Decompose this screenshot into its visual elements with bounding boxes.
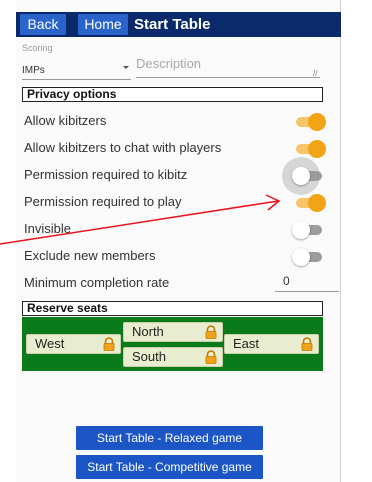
- description-underline: [136, 77, 320, 78]
- back-button[interactable]: Back: [20, 14, 66, 35]
- option-exclude-new-members: Exclude new members: [22, 245, 332, 267]
- toggle-thumb: [292, 167, 310, 185]
- option-allow-kibitzers-chat: Allow kibitzers to chat with players: [22, 137, 332, 159]
- seat-south[interactable]: South: [123, 347, 223, 367]
- lock-icon[interactable]: [204, 325, 218, 339]
- toggle-thumb: [308, 140, 326, 158]
- min-completion-input[interactable]: 0: [283, 274, 290, 288]
- invisible-toggle[interactable]: [292, 221, 326, 239]
- option-permission-kibitz: Permission required to kibitz: [22, 157, 332, 195]
- lock-icon[interactable]: [204, 350, 218, 364]
- left-margin: [0, 0, 16, 482]
- exclude-new-members-toggle[interactable]: [292, 248, 326, 266]
- privacy-options-heading: Privacy options: [22, 87, 323, 102]
- min-completion-underline: [275, 291, 339, 292]
- reserve-seats-heading: Reserve seats: [22, 301, 323, 316]
- seat-label: West: [35, 336, 65, 351]
- toggle-thumb: [292, 221, 310, 239]
- allow-kibitzers-toggle[interactable]: [292, 113, 326, 131]
- toggle-thumb: [308, 113, 326, 131]
- option-label: Permission required to kibitz: [24, 167, 188, 182]
- start-competitive-button[interactable]: Start Table - Competitive game: [76, 455, 263, 479]
- option-label: Permission required to play: [24, 194, 182, 209]
- seat-west[interactable]: West: [26, 334, 121, 354]
- option-label: Exclude new members: [24, 248, 156, 263]
- toggle-thumb: [292, 248, 310, 266]
- top-bar: Back Home Start Table: [16, 12, 341, 37]
- home-button[interactable]: Home: [78, 14, 128, 35]
- lock-icon[interactable]: [102, 337, 116, 351]
- option-allow-kibitzers: Allow kibitzers: [22, 110, 332, 132]
- chevron-down-icon[interactable]: [123, 66, 129, 69]
- resize-handle-icon[interactable]: //: [313, 69, 317, 78]
- min-completion-label: Minimum completion rate: [24, 275, 170, 290]
- scoring-label: Scoring: [22, 43, 53, 53]
- lock-icon[interactable]: [300, 337, 314, 351]
- permission-kibitz-toggle[interactable]: [282, 157, 326, 195]
- seat-label: South: [132, 349, 166, 364]
- seat-east[interactable]: East: [224, 334, 319, 354]
- reserve-seats-area: North West East South: [22, 317, 323, 371]
- page-title: Start Table: [134, 16, 211, 33]
- start-table-panel: [16, 0, 341, 482]
- permission-play-toggle[interactable]: [292, 194, 326, 212]
- option-permission-play: Permission required to play: [22, 191, 332, 213]
- description-field[interactable]: Description: [136, 56, 201, 71]
- toggle-thumb: [308, 194, 326, 212]
- option-label: Allow kibitzers to chat with players: [24, 140, 222, 155]
- seat-label: North: [132, 324, 164, 339]
- seat-north[interactable]: North: [123, 322, 223, 342]
- seat-label: East: [233, 336, 260, 351]
- scoring-underline: [22, 79, 131, 80]
- start-relaxed-button[interactable]: Start Table - Relaxed game: [76, 426, 263, 450]
- option-label: Allow kibitzers: [24, 113, 107, 128]
- option-label: Invisible: [24, 221, 71, 236]
- option-invisible: Invisible: [22, 218, 332, 240]
- allow-kibitzers-chat-toggle[interactable]: [292, 140, 326, 158]
- scoring-select[interactable]: IMPs: [22, 65, 45, 76]
